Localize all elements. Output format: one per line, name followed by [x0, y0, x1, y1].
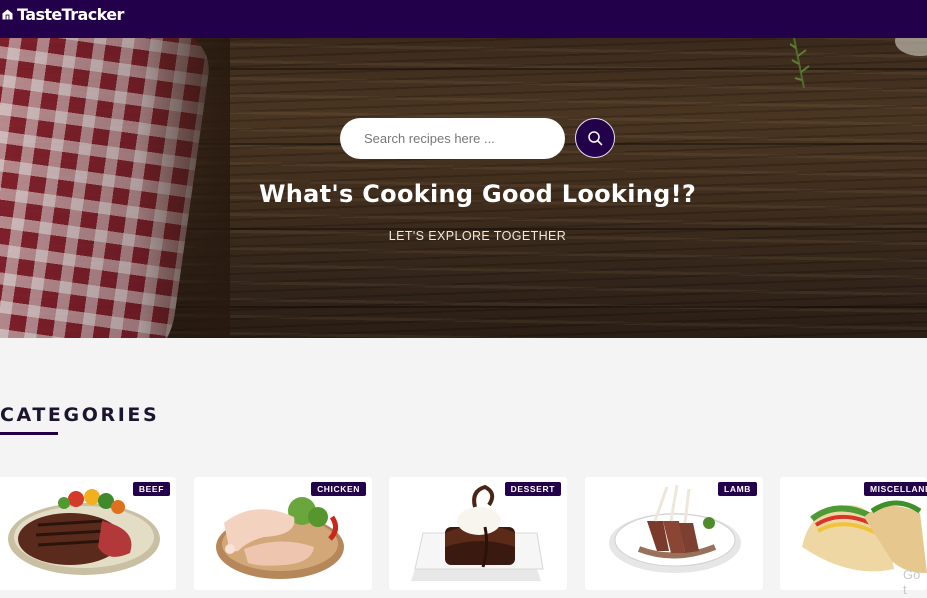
heading-underline: [0, 432, 58, 435]
category-card-lamb[interactable]: LAMB: [585, 477, 763, 590]
home-icon: [2, 9, 13, 20]
category-card-dessert[interactable]: DESSERT: [389, 477, 567, 590]
overlay-text: Go t: [903, 567, 921, 597]
category-badge: DESSERT: [504, 482, 561, 496]
hero-title: What's Cooking Good Looking!?: [258, 180, 697, 208]
navbar: TasteTracker: [0, 0, 927, 38]
search-button[interactable]: [575, 118, 615, 158]
category-badge: BEEF: [132, 482, 170, 496]
search-icon: [588, 131, 603, 146]
categories-heading: CATEGORIES: [0, 404, 160, 426]
category-badge: LAMB: [718, 482, 757, 496]
brand-link[interactable]: TasteTracker: [2, 5, 124, 24]
category-badge: MISCELLANE: [864, 482, 927, 496]
category-card-beef[interactable]: BEEF: [0, 477, 176, 590]
category-badge: CHICKEN: [311, 482, 366, 496]
brand-name: TasteTracker: [17, 5, 124, 24]
search-input[interactable]: [340, 118, 565, 159]
category-card-chicken[interactable]: CHICKEN: [194, 477, 372, 590]
herb-sprig-image: [790, 38, 810, 89]
hero-subtitle: LET'S EXPLORE TOGETHER: [388, 229, 567, 243]
